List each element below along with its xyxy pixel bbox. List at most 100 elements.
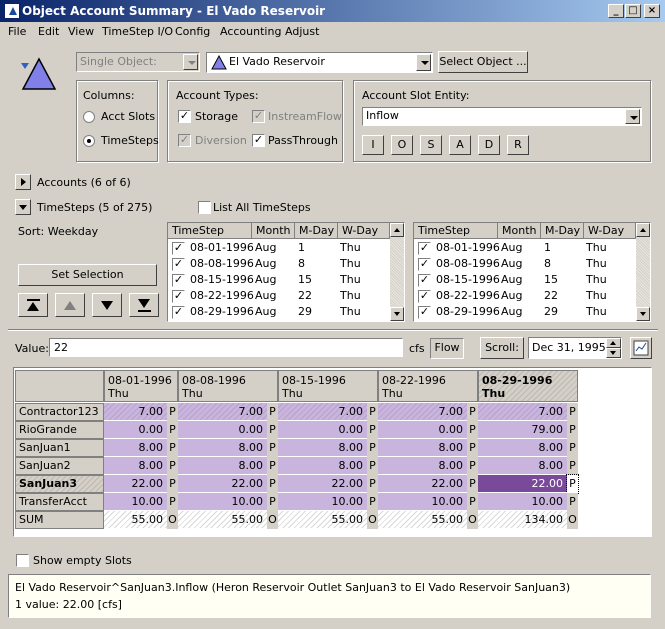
entity-button-a[interactable]: A	[449, 135, 471, 155]
slot-entity-dropdown[interactable]: Inflow	[362, 107, 642, 126]
col-wday[interactable]: W-Day	[338, 223, 390, 239]
menu-edit[interactable]: Edit	[38, 25, 59, 38]
timestep-list-left[interactable]: TimeStep Month M-Day W-Day ✓ 08-01-1996 Au…	[167, 222, 405, 322]
grid-cell[interactable]: 10.00	[378, 493, 467, 511]
scrollbar[interactable]	[390, 223, 404, 321]
grid-row-header[interactable]: SUM	[15, 511, 104, 529]
col-timestep[interactable]: TimeStep	[168, 223, 252, 239]
timestep-list-row[interactable]: ✓ 08-15-1996 Aug 15 Thu	[168, 272, 390, 288]
close-button[interactable]: ×	[644, 4, 660, 18]
grid-cell[interactable]: 8.00	[178, 439, 267, 457]
grid-cell[interactable]: 7.00	[104, 403, 167, 421]
grid-cell[interactable]: 8.00	[178, 457, 267, 475]
timestep-list-row[interactable]: ✓ 08-15-1996 Aug 15 Thu	[414, 272, 636, 288]
timestep-checkbox[interactable]: ✓	[172, 306, 185, 319]
grid-row-header[interactable]: TransferAcct	[15, 493, 104, 511]
timestep-checkbox[interactable]: ✓	[172, 290, 185, 303]
move-down-button[interactable]	[92, 293, 122, 317]
entity-button-s[interactable]: S	[420, 135, 442, 155]
list-all-timesteps-checkbox[interactable]	[198, 201, 211, 214]
grid-cell[interactable]: 10.00	[478, 493, 567, 511]
grid-cell[interactable]: 22.00	[478, 475, 567, 493]
grid-cell[interactable]: 0.00	[378, 421, 467, 439]
col-month[interactable]: Month	[498, 223, 541, 239]
grid-cell[interactable]: 7.00	[378, 403, 467, 421]
timestep-checkbox[interactable]: ✓	[418, 306, 431, 319]
plot-button[interactable]	[630, 337, 652, 359]
scroll-up-icon[interactable]	[636, 223, 650, 237]
timestep-list-row[interactable]: ✓ 08-29-1996 Aug 29 Thu	[168, 304, 390, 320]
grid-cell[interactable]: 134.00	[478, 511, 567, 529]
entity-button-o[interactable]: O	[391, 135, 413, 155]
grid-cell[interactable]: 10.00	[104, 493, 167, 511]
timestep-checkbox[interactable]: ✓	[172, 274, 185, 287]
entity-button-i[interactable]: I	[362, 135, 384, 155]
spin-up-icon[interactable]	[606, 338, 621, 348]
grid-row-header[interactable]: SanJuan1	[15, 439, 104, 457]
grid-cell[interactable]: 7.00	[178, 403, 267, 421]
entity-button-d[interactable]: D	[478, 135, 500, 155]
select-object-button[interactable]: Select Object ...	[438, 51, 528, 73]
timestep-list-row[interactable]: ✓ 08-29-1996 Aug 29 Thu	[414, 304, 636, 320]
grid-column-header[interactable]: 08-29-1996 Thu	[478, 370, 578, 402]
grid-cell[interactable]: 7.00	[278, 403, 367, 421]
grid-column-header[interactable]: 08-08-1996 Thu	[178, 370, 278, 402]
menu-file[interactable]: File	[8, 25, 26, 38]
timestep-list-row[interactable]: ✓ 08-22-1996 Aug 22 Thu	[414, 288, 636, 304]
timestep-list-row[interactable]: ✓ 08-08-1996 Aug 8 Thu	[414, 256, 636, 272]
grid-cell[interactable]: 8.00	[378, 457, 467, 475]
grid-column-header[interactable]: 08-15-1996 Thu	[278, 370, 378, 402]
timestep-list-row[interactable]: ✓ 08-01-1996 Aug 1 Thu	[414, 240, 636, 256]
grid-row-header[interactable]: Contractor123	[15, 403, 104, 421]
grid-cell[interactable]: 55.00	[378, 511, 467, 529]
date-spinner[interactable]: Dec 31, 1995	[528, 337, 622, 359]
chevron-down-icon[interactable]	[625, 109, 640, 124]
set-selection-button[interactable]: Set Selection	[18, 264, 157, 286]
grid-row-header[interactable]: SanJuan2	[15, 457, 104, 475]
radio-timesteps[interactable]	[83, 135, 95, 147]
timestep-list-row[interactable]: ✓ 08-01-1996 Aug 1 Thu	[168, 240, 390, 256]
grid-cell[interactable]: 22.00	[278, 475, 367, 493]
grid-cell[interactable]: 55.00	[104, 511, 167, 529]
timestep-checkbox[interactable]: ✓	[418, 258, 431, 271]
col-mday[interactable]: M-Day	[295, 223, 338, 239]
menu-timestep-io[interactable]: TimeStep I/O	[102, 25, 173, 38]
scroll-down-icon[interactable]	[390, 307, 404, 321]
timestep-checkbox[interactable]: ✓	[418, 242, 431, 255]
menu-accounting[interactable]: Accounting	[220, 25, 281, 38]
grid-cell[interactable]: 22.00	[378, 475, 467, 493]
grid-cell[interactable]: 0.00	[178, 421, 267, 439]
move-up-button[interactable]	[55, 293, 85, 317]
grid-cell[interactable]: 55.00	[178, 511, 267, 529]
timestep-checkbox[interactable]: ✓	[418, 290, 431, 303]
timesteps-collapse-toggle[interactable]	[15, 199, 31, 215]
timestep-checkbox[interactable]: ✓	[418, 274, 431, 287]
col-wday[interactable]: W-Day	[584, 223, 636, 239]
menu-adjust[interactable]: Adjust	[285, 25, 319, 38]
chevron-down-icon[interactable]	[416, 54, 431, 71]
scroll-up-icon[interactable]	[390, 223, 404, 237]
col-mday[interactable]: M-Day	[541, 223, 584, 239]
timestep-checkbox[interactable]: ✓	[172, 258, 185, 271]
menu-view[interactable]: View	[68, 25, 94, 38]
grid-cell[interactable]: 8.00	[278, 439, 367, 457]
scroll-down-icon[interactable]	[636, 307, 650, 321]
grid-cell[interactable]: 8.00	[104, 457, 167, 475]
flow-button[interactable]: Flow	[430, 338, 464, 359]
grid-cell[interactable]: 8.00	[478, 439, 567, 457]
accounts-expand-toggle[interactable]	[15, 174, 31, 190]
col-timestep[interactable]: TimeStep	[414, 223, 498, 239]
timestep-checkbox[interactable]: ✓	[172, 242, 185, 255]
grid-cell[interactable]: 8.00	[104, 439, 167, 457]
scroll-button[interactable]: Scroll:	[480, 337, 524, 359]
grid-cell[interactable]: 22.00	[178, 475, 267, 493]
grid-cell[interactable]: 7.00	[478, 403, 567, 421]
passthrough-checkbox[interactable]: ✓	[252, 134, 265, 147]
menu-config[interactable]: Config	[175, 25, 210, 38]
grid-cell[interactable]: 8.00	[478, 457, 567, 475]
move-top-button[interactable]	[18, 293, 48, 317]
scrollbar[interactable]	[636, 223, 650, 321]
grid-row-header[interactable]: SanJuan3	[15, 475, 104, 493]
grid-cell[interactable]: 10.00	[178, 493, 267, 511]
move-bottom-button[interactable]	[129, 293, 159, 317]
